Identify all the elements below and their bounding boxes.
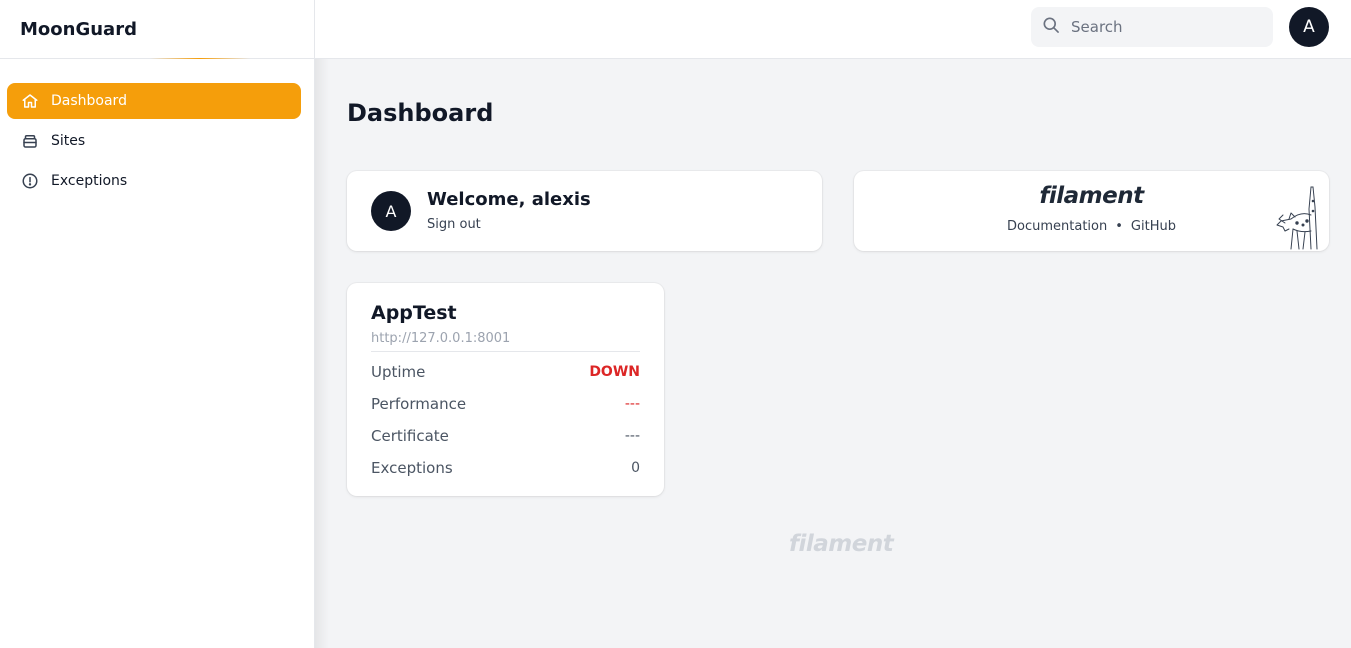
database-icon: [21, 132, 39, 150]
sidebar: MoonGuard Dashboard Sites Exceptions: [0, 0, 315, 648]
uptime-status-value: DOWN: [589, 364, 640, 380]
divider: [371, 351, 640, 352]
brand-accent-line: [150, 58, 250, 59]
footer-filament-logo[interactable]: filament: [789, 531, 894, 557]
sidebar-item-label: Sites: [51, 133, 86, 149]
topbar: A: [315, 0, 1351, 59]
mascot-illustration: [1276, 186, 1318, 250]
brand-header: MoonGuard: [0, 0, 314, 59]
metric-performance: Performance ---: [371, 394, 640, 414]
metric-exceptions: Exceptions 0: [371, 458, 640, 478]
sidebar-item-exceptions[interactable]: Exceptions: [7, 163, 301, 199]
sidebar-item-sites[interactable]: Sites: [7, 123, 301, 159]
documentation-link[interactable]: Documentation: [1007, 219, 1107, 234]
sidebar-nav: Dashboard Sites Exceptions: [0, 59, 314, 199]
sign-out-button[interactable]: Sign out: [427, 217, 481, 232]
filament-info-card: filament Documentation • GitHub: [854, 171, 1329, 251]
sidebar-item-label: Exceptions: [51, 173, 128, 189]
sidebar-item-dashboard[interactable]: Dashboard: [7, 83, 301, 119]
exceptions-count-value: 0: [631, 460, 640, 476]
home-icon: [21, 92, 39, 110]
welcome-card: A Welcome, alexis Sign out: [347, 171, 822, 251]
metric-label: Uptime: [371, 363, 426, 381]
github-link[interactable]: GitHub: [1131, 219, 1176, 234]
user-avatar[interactable]: A: [1289, 7, 1329, 47]
site-card[interactable]: AppTest http://127.0.0.1:8001 Uptime DOW…: [347, 283, 664, 496]
performance-value: ---: [624, 396, 640, 412]
metric-label: Exceptions: [371, 459, 453, 477]
metric-label: Performance: [371, 395, 467, 413]
search-input[interactable]: [1071, 18, 1251, 36]
search-box[interactable]: [1031, 7, 1273, 47]
filament-links: Documentation • GitHub: [854, 219, 1329, 234]
metric-label: Certificate: [371, 427, 449, 445]
brand-name[interactable]: MoonGuard: [20, 19, 137, 40]
site-name: AppTest: [371, 302, 457, 324]
certificate-value: ---: [624, 428, 640, 444]
sidebar-shadow: [315, 59, 329, 648]
search-icon: [1041, 15, 1061, 39]
metric-uptime: Uptime DOWN: [371, 362, 640, 382]
page-title: Dashboard: [347, 99, 494, 127]
sidebar-item-label: Dashboard: [51, 93, 127, 109]
main-content: Dashboard A Welcome, alexis Sign out fil…: [315, 59, 1351, 648]
filament-logo: filament: [1039, 183, 1144, 209]
link-separator: •: [1115, 219, 1123, 234]
metric-certificate: Certificate ---: [371, 426, 640, 446]
welcome-title: Welcome, alexis: [427, 189, 591, 210]
site-url[interactable]: http://127.0.0.1:8001: [371, 331, 510, 346]
avatar: A: [371, 191, 411, 231]
exclamation-circle-icon: [21, 172, 39, 190]
